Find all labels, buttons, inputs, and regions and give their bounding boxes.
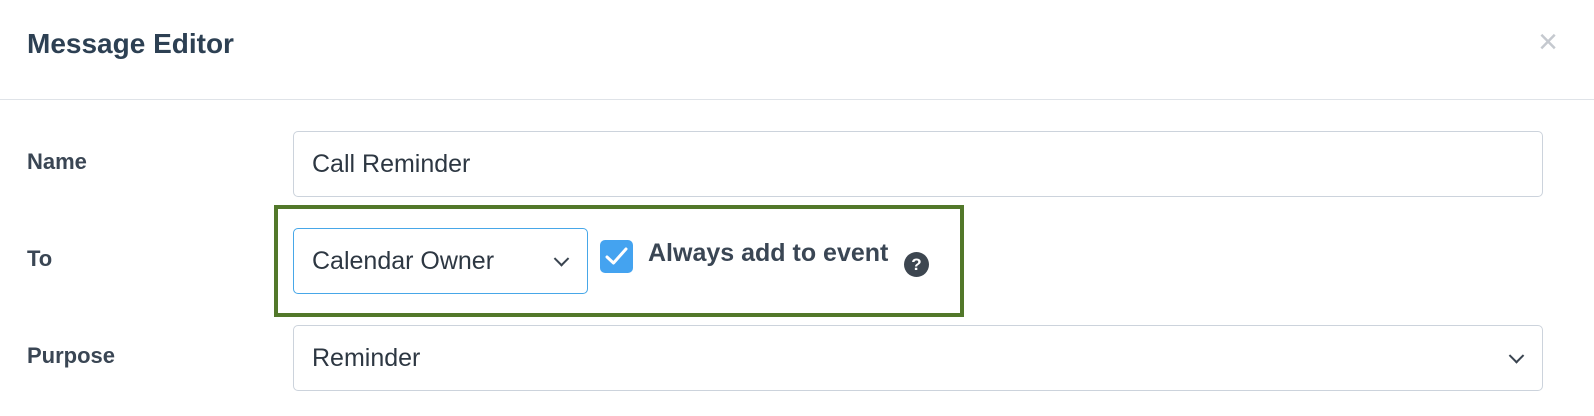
dialog-title: Message Editor [27,28,234,59]
name-input-value: Call Reminder [312,149,471,178]
message-editor-dialog: Message Editor × Name Call Reminder To C… [0,0,1594,416]
purpose-label: Purpose [27,343,116,368]
to-select-value: Calendar Owner [312,246,495,275]
chevron-down-icon [1508,348,1525,364]
check-icon [605,247,628,265]
to-select[interactable]: Calendar Owner [293,228,588,294]
always-add-checkbox[interactable] [600,240,633,273]
name-label: Name [27,149,87,174]
to-label: To [27,246,53,271]
always-add-label[interactable]: Always add to event [648,239,888,268]
purpose-select[interactable]: Reminder [293,325,1543,391]
chevron-down-icon [553,251,570,267]
name-input[interactable]: Call Reminder [293,131,1543,197]
dialog-header: Message Editor × [0,0,1594,100]
help-icon[interactable]: ? [904,252,929,277]
purpose-select-value: Reminder [312,343,421,372]
close-icon[interactable]: × [1530,24,1566,60]
